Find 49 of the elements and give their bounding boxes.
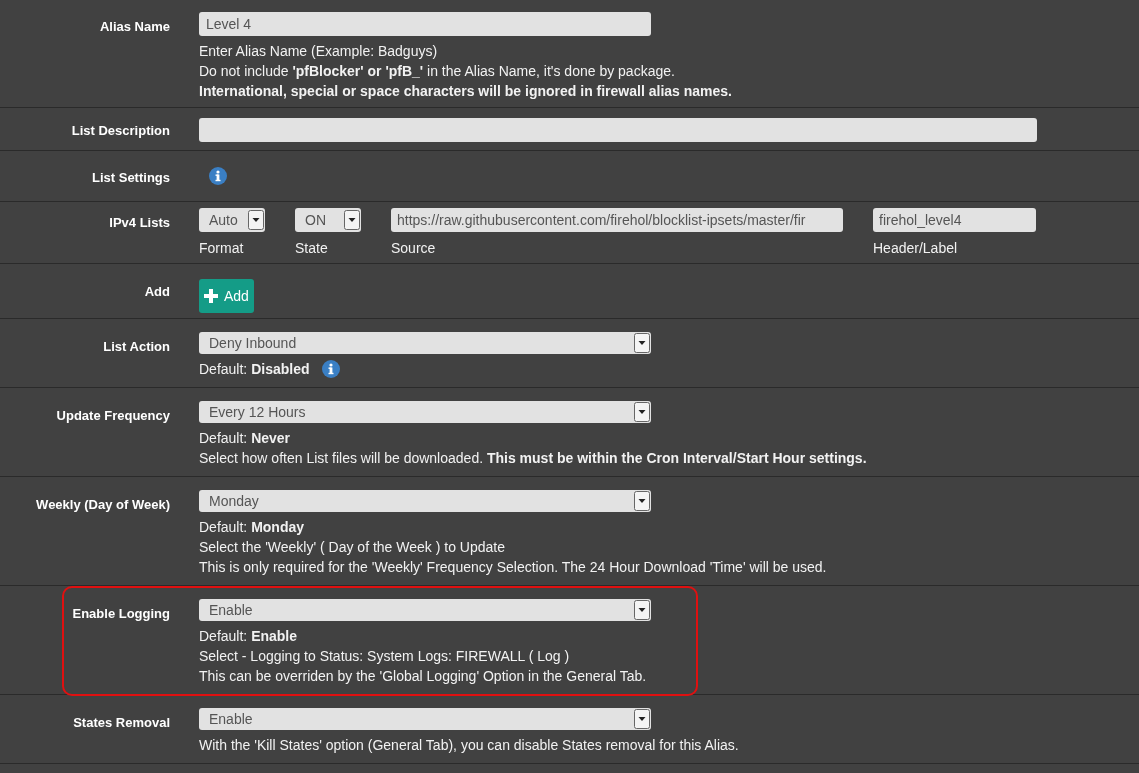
help-text: Default: Disabled <box>199 360 310 379</box>
help-text: Do not include 'pfBlocker' or 'pfB_' in the Alias Name, it's done by package. <box>199 62 676 81</box>
field-label: Weekly (Day of Week) <box>36 497 170 512</box>
plus-icon <box>204 289 218 303</box>
caret-icon <box>634 333 650 353</box>
field-label: List Description <box>71 123 170 138</box>
text-input[interactable]: https://raw.githubusercontent.com/firehol/blocklist-ipsets/master/fir <box>391 208 843 232</box>
help-text: Select - Logging to Status: System Logs: FIREWALL ( Log ) <box>199 647 571 666</box>
select-dropdown[interactable]: Enable <box>199 708 651 730</box>
add-button[interactable]: Add <box>199 279 254 313</box>
caret-icon <box>634 600 650 620</box>
help-text: This is only required for the 'Weekly' Frequency Selection. The 24 Hour Download 'Time' will be used. <box>199 558 827 577</box>
help-text: Select the 'Weekly' ( Day of the Week ) to Update <box>199 538 506 557</box>
info-icon[interactable] <box>321 360 340 378</box>
field-caption: State <box>295 239 329 258</box>
help-text: Select how often List files will be downloaded. This must be within the Cron Interval/Start Hour settings. <box>199 449 867 468</box>
caret-icon <box>248 210 264 230</box>
text-input[interactable] <box>199 118 1037 142</box>
info-icon[interactable] <box>209 167 227 185</box>
caret-icon <box>634 491 650 511</box>
help-text: International, special or space characters will be ignored in firewall alias names. <box>199 82 732 101</box>
field-caption: Format <box>199 239 245 258</box>
help-text: Enter Alias Name (Example: Badguys) <box>199 42 439 61</box>
field-label: Enable Logging <box>72 606 170 621</box>
caret-icon <box>634 402 650 422</box>
caret-icon <box>344 210 360 230</box>
field-label: Update Frequency <box>56 408 170 423</box>
help-text: This can be overriden by the 'Global Logging' Option in the General Tab. <box>199 667 648 686</box>
help-text: Default: Never <box>199 429 292 448</box>
field-label: List Action <box>103 339 170 354</box>
select-dropdown[interactable]: Monday <box>199 490 651 512</box>
field-label: List Settings <box>92 170 170 185</box>
text-input[interactable]: Level 4 <box>199 12 651 36</box>
select-dropdown[interactable]: Every 12 Hours <box>199 401 651 423</box>
select-dropdown[interactable]: Enable <box>199 599 651 621</box>
field-caption: Header/Label <box>873 239 959 258</box>
text-input[interactable]: firehol_level4 <box>873 208 1036 232</box>
select-dropdown[interactable]: Auto <box>199 208 265 232</box>
field-label: States Removal <box>73 715 170 730</box>
help-text: Default: Monday <box>199 518 306 537</box>
help-text: With the 'Kill States' option (General Tab), you can disable States removal for this Alias. <box>199 736 739 755</box>
field-label: IPv4 Lists <box>109 215 170 230</box>
field-label: Alias Name <box>99 19 170 34</box>
select-dropdown[interactable]: Deny Inbound <box>199 332 651 354</box>
help-text: Default: Enable <box>199 627 299 646</box>
select-dropdown[interactable]: ON <box>295 208 361 232</box>
field-caption: Source <box>391 239 437 258</box>
caret-icon <box>634 709 650 729</box>
field-label: Add <box>144 284 170 299</box>
